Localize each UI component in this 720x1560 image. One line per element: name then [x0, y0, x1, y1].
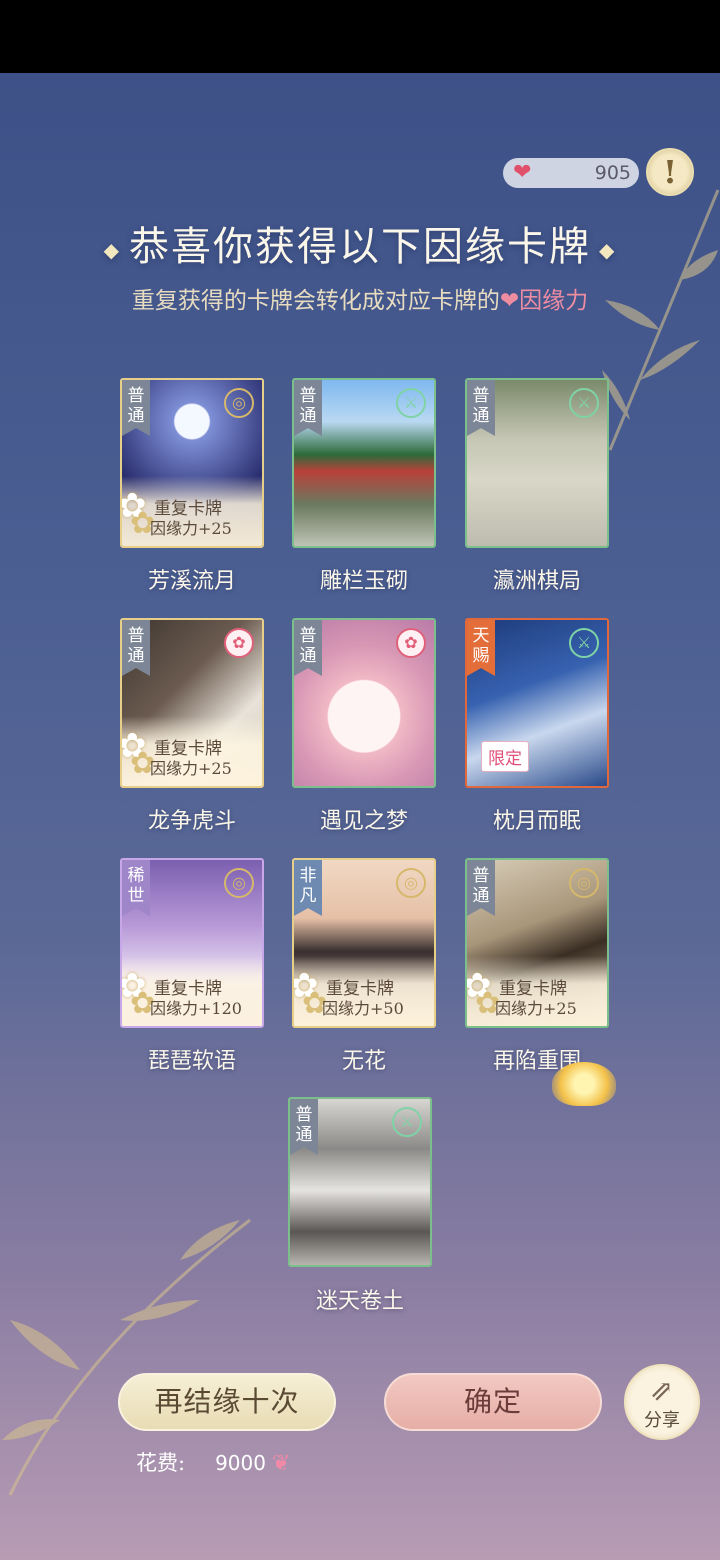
duplicate-overlay: ✿ ✿ 重复卡牌 因缘力+25 — [467, 956, 607, 1026]
yinyuan-counter: ❤ 905 — [503, 158, 639, 188]
card-name: 遇见之梦 — [319, 809, 408, 834]
share-button[interactable]: ⇗ 分享 — [624, 1364, 700, 1440]
rarity-ribbon: 天赐 — [467, 620, 495, 676]
cost-value: 9000 — [215, 1451, 266, 1475]
rarity-ribbon: 普通 — [467, 380, 495, 436]
duplicate-value: 因缘力+25 — [495, 999, 577, 1018]
duplicate-overlay: ✿ ✿ 重复卡牌 因缘力+25 — [122, 716, 262, 786]
heart-icon: ❤ — [499, 288, 520, 314]
card-name: 雕栏玉砌 — [319, 569, 408, 594]
card-mitian-juantu[interactable]: 普通 ⚔ — [288, 1097, 432, 1267]
coin-icon: ◎ — [224, 868, 254, 898]
rarity-ribbon: 普通 — [294, 380, 322, 436]
sword-icon: ⚔ — [392, 1107, 422, 1137]
lotus-lantern-icon — [552, 1062, 616, 1106]
card-name: 枕月而眠 — [492, 809, 581, 834]
rarity-ribbon: 非凡 — [294, 860, 322, 916]
info-button[interactable]: ! — [646, 148, 694, 196]
rarity-ribbon: 稀世 — [122, 860, 150, 916]
heart-icon: ❤ — [513, 160, 532, 185]
yinyuan-count: 905 — [594, 162, 631, 184]
card-name: 芳溪流月 — [147, 569, 236, 594]
card-name: 迷天卷土 — [315, 1289, 404, 1314]
draw-ten-again-button[interactable]: 再结缘十次 — [118, 1373, 336, 1431]
card-yingzhou-qiju[interactable]: 普通 ⚔ — [465, 378, 609, 548]
sword-icon: ⚔ — [569, 388, 599, 418]
duplicate-value: 因缘力+120 — [150, 999, 242, 1018]
card-name: 瀛洲棋局 — [492, 569, 581, 594]
rarity-ribbon: 普通 — [290, 1099, 318, 1155]
share-label: 分享 — [644, 1410, 680, 1431]
cost-label: 花费: — [136, 1451, 186, 1475]
card-name: 琵琶软语 — [147, 1049, 236, 1074]
limited-badge: 限定 — [481, 741, 529, 772]
diamond-icon-left: ◆ — [103, 238, 121, 262]
rarity-ribbon: 普通 — [294, 620, 322, 676]
card-name: 无花 — [341, 1049, 386, 1074]
coin-icon: ◎ — [224, 388, 254, 418]
status-bar — [0, 0, 720, 73]
coin-icon: ◎ — [396, 868, 426, 898]
sword-icon: ⚔ — [569, 628, 599, 658]
card-zhenyue-ermian[interactable]: 天赐 ⚔ 限定 — [465, 618, 609, 788]
duplicate-overlay: ✿ ✿ 重复卡牌 因缘力+50 — [294, 956, 434, 1026]
rarity-ribbon: 普通 — [467, 860, 495, 916]
page-title: ◆ 恭喜你获得以下因缘卡牌 ◆ — [0, 214, 720, 272]
card-longzheng-hudou[interactable]: 普通 ✿ ✿ ✿ 重复卡牌 因缘力+25 — [120, 618, 264, 788]
coin-icon: ◎ — [569, 868, 599, 898]
duplicate-overlay: ✿ ✿ 重复卡牌 因缘力+25 — [122, 476, 262, 546]
diamond-icon-right: ◆ — [599, 238, 617, 262]
cost-display: 花费: 9000 ❦ — [136, 1447, 290, 1477]
rarity-ribbon: 普通 — [122, 380, 150, 436]
confirm-button[interactable]: 确定 — [384, 1373, 602, 1431]
card-wuhua[interactable]: 非凡 ◎ ✿ ✿ 重复卡牌 因缘力+50 — [292, 858, 436, 1028]
subtitle-highlight: 因缘力 — [519, 288, 589, 314]
card-diaolan-yuqi[interactable]: 普通 ⚔ — [292, 378, 436, 548]
card-yujian-zhimeng[interactable]: 普通 ✿ — [292, 618, 436, 788]
exclamation-icon: ! — [662, 153, 678, 191]
page-subtitle: 重复获得的卡牌会转化成对应卡牌的❤因缘力 — [0, 281, 720, 315]
card-fangxi-liuyue[interactable]: 普通 ◎ ✿ ✿ 重复卡牌 因缘力+25 — [120, 378, 264, 548]
page-title-text: 恭喜你获得以下因缘卡牌 — [129, 224, 591, 270]
duplicate-value: 因缘力+25 — [150, 519, 232, 538]
duplicate-value: 因缘力+50 — [322, 999, 404, 1018]
card-pipa-ruanyu[interactable]: 稀世 ◎ ✿ ✿ 重复卡牌 因缘力+120 — [120, 858, 264, 1028]
subtitle-text: 重复获得的卡牌会转化成对应卡牌的 — [131, 288, 500, 314]
sword-icon: ⚔ — [396, 388, 426, 418]
duplicate-value: 因缘力+25 — [150, 759, 232, 778]
butterfly-icon: ❦ — [271, 1451, 291, 1476]
blossom-icon: ✿ — [224, 628, 254, 658]
card-name: 龙争虎斗 — [147, 809, 236, 834]
rarity-ribbon: 普通 — [122, 620, 150, 676]
card-zaixian-chongwei[interactable]: 普通 ◎ ✿ ✿ 重复卡牌 因缘力+25 — [465, 858, 609, 1028]
duplicate-overlay: ✿ ✿ 重复卡牌 因缘力+120 — [122, 956, 262, 1026]
blossom-icon: ✿ — [396, 628, 426, 658]
share-icon: ⇗ — [650, 1374, 674, 1407]
